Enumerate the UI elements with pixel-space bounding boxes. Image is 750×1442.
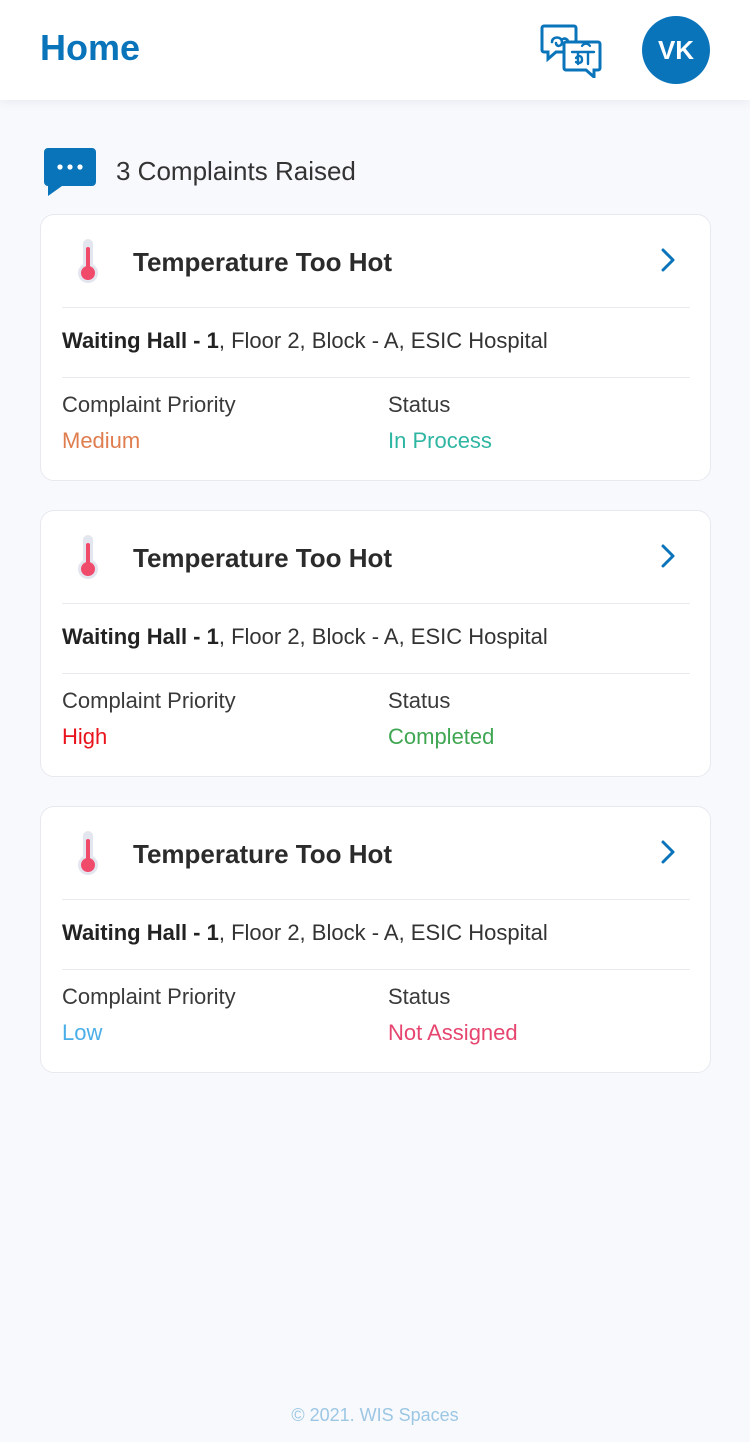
location-detail: , Floor 2, Block - A, ESIC Hospital xyxy=(218,328,548,353)
complaint-card[interactable]: Temperature Too Hot Waiting Hall - 1, Fl… xyxy=(40,806,711,1073)
complaint-title: Temperature Too Hot xyxy=(133,247,393,277)
card-divider xyxy=(62,603,690,604)
location-detail: , Floor 2, Block - A, ESIC Hospital xyxy=(218,624,548,649)
user-avatar[interactable]: VK xyxy=(642,16,710,84)
status-value: In Process xyxy=(388,428,492,453)
priority-label: Complaint Priority xyxy=(62,984,236,1009)
status-label: Status xyxy=(388,688,451,713)
language-switch-button[interactable] xyxy=(540,22,604,81)
priority-value: Medium xyxy=(62,428,141,453)
priority-label: Complaint Priority xyxy=(62,688,236,713)
card-divider xyxy=(62,307,690,308)
complaints-summary: 3 Complaints Raised xyxy=(44,146,644,196)
location-name: Waiting Hall - 1 xyxy=(62,920,219,945)
complaint-card-header: Temperature Too Hot xyxy=(41,511,710,603)
complaint-title: Temperature Too Hot xyxy=(133,839,393,869)
complaint-location: Waiting Hall - 1, Floor 2, Block - A, ES… xyxy=(62,917,548,949)
status-value: Completed xyxy=(388,724,495,749)
complaint-card-header: Temperature Too Hot xyxy=(41,215,710,307)
card-divider xyxy=(62,899,690,900)
complaint-card-header: Temperature Too Hot xyxy=(41,807,710,899)
page-title: Home xyxy=(40,27,141,68)
status-label: Status xyxy=(388,392,451,417)
status-label: Status xyxy=(388,984,451,1009)
complaint-location: Waiting Hall - 1, Floor 2, Block - A, ES… xyxy=(62,621,548,653)
chevron-right-icon[interactable] xyxy=(659,543,677,569)
chevron-right-icon[interactable] xyxy=(659,247,677,273)
complaint-location: Waiting Hall - 1, Floor 2, Block - A, ES… xyxy=(62,325,548,357)
thermometer-icon xyxy=(78,831,98,875)
chevron-right-icon[interactable] xyxy=(659,839,677,865)
priority-label: Complaint Priority xyxy=(62,392,236,417)
location-detail: , Floor 2, Block - A, ESIC Hospital xyxy=(218,920,548,945)
location-name: Waiting Hall - 1 xyxy=(62,328,219,353)
location-name: Waiting Hall - 1 xyxy=(62,624,219,649)
card-divider xyxy=(62,377,690,378)
priority-value: High xyxy=(62,724,108,749)
priority-value: Low xyxy=(62,1020,103,1045)
app-header: Home VK xyxy=(0,0,750,100)
chat-bubble-icon xyxy=(44,148,96,196)
complaints-count-text: 3 Complaints Raised xyxy=(116,156,356,186)
complaint-title: Temperature Too Hot xyxy=(133,543,393,573)
card-divider xyxy=(62,969,690,970)
thermometer-icon xyxy=(78,535,98,579)
thermometer-icon xyxy=(78,239,98,283)
language-switch-icon xyxy=(540,24,602,81)
complaint-card[interactable]: Temperature Too Hot Waiting Hall - 1, Fl… xyxy=(40,214,711,481)
status-value: Not Assigned xyxy=(388,1020,518,1045)
complaint-card[interactable]: Temperature Too Hot Waiting Hall - 1, Fl… xyxy=(40,510,711,777)
footer-copyright: © 2021. WIS Spaces xyxy=(291,1405,459,1425)
card-divider xyxy=(62,673,690,674)
